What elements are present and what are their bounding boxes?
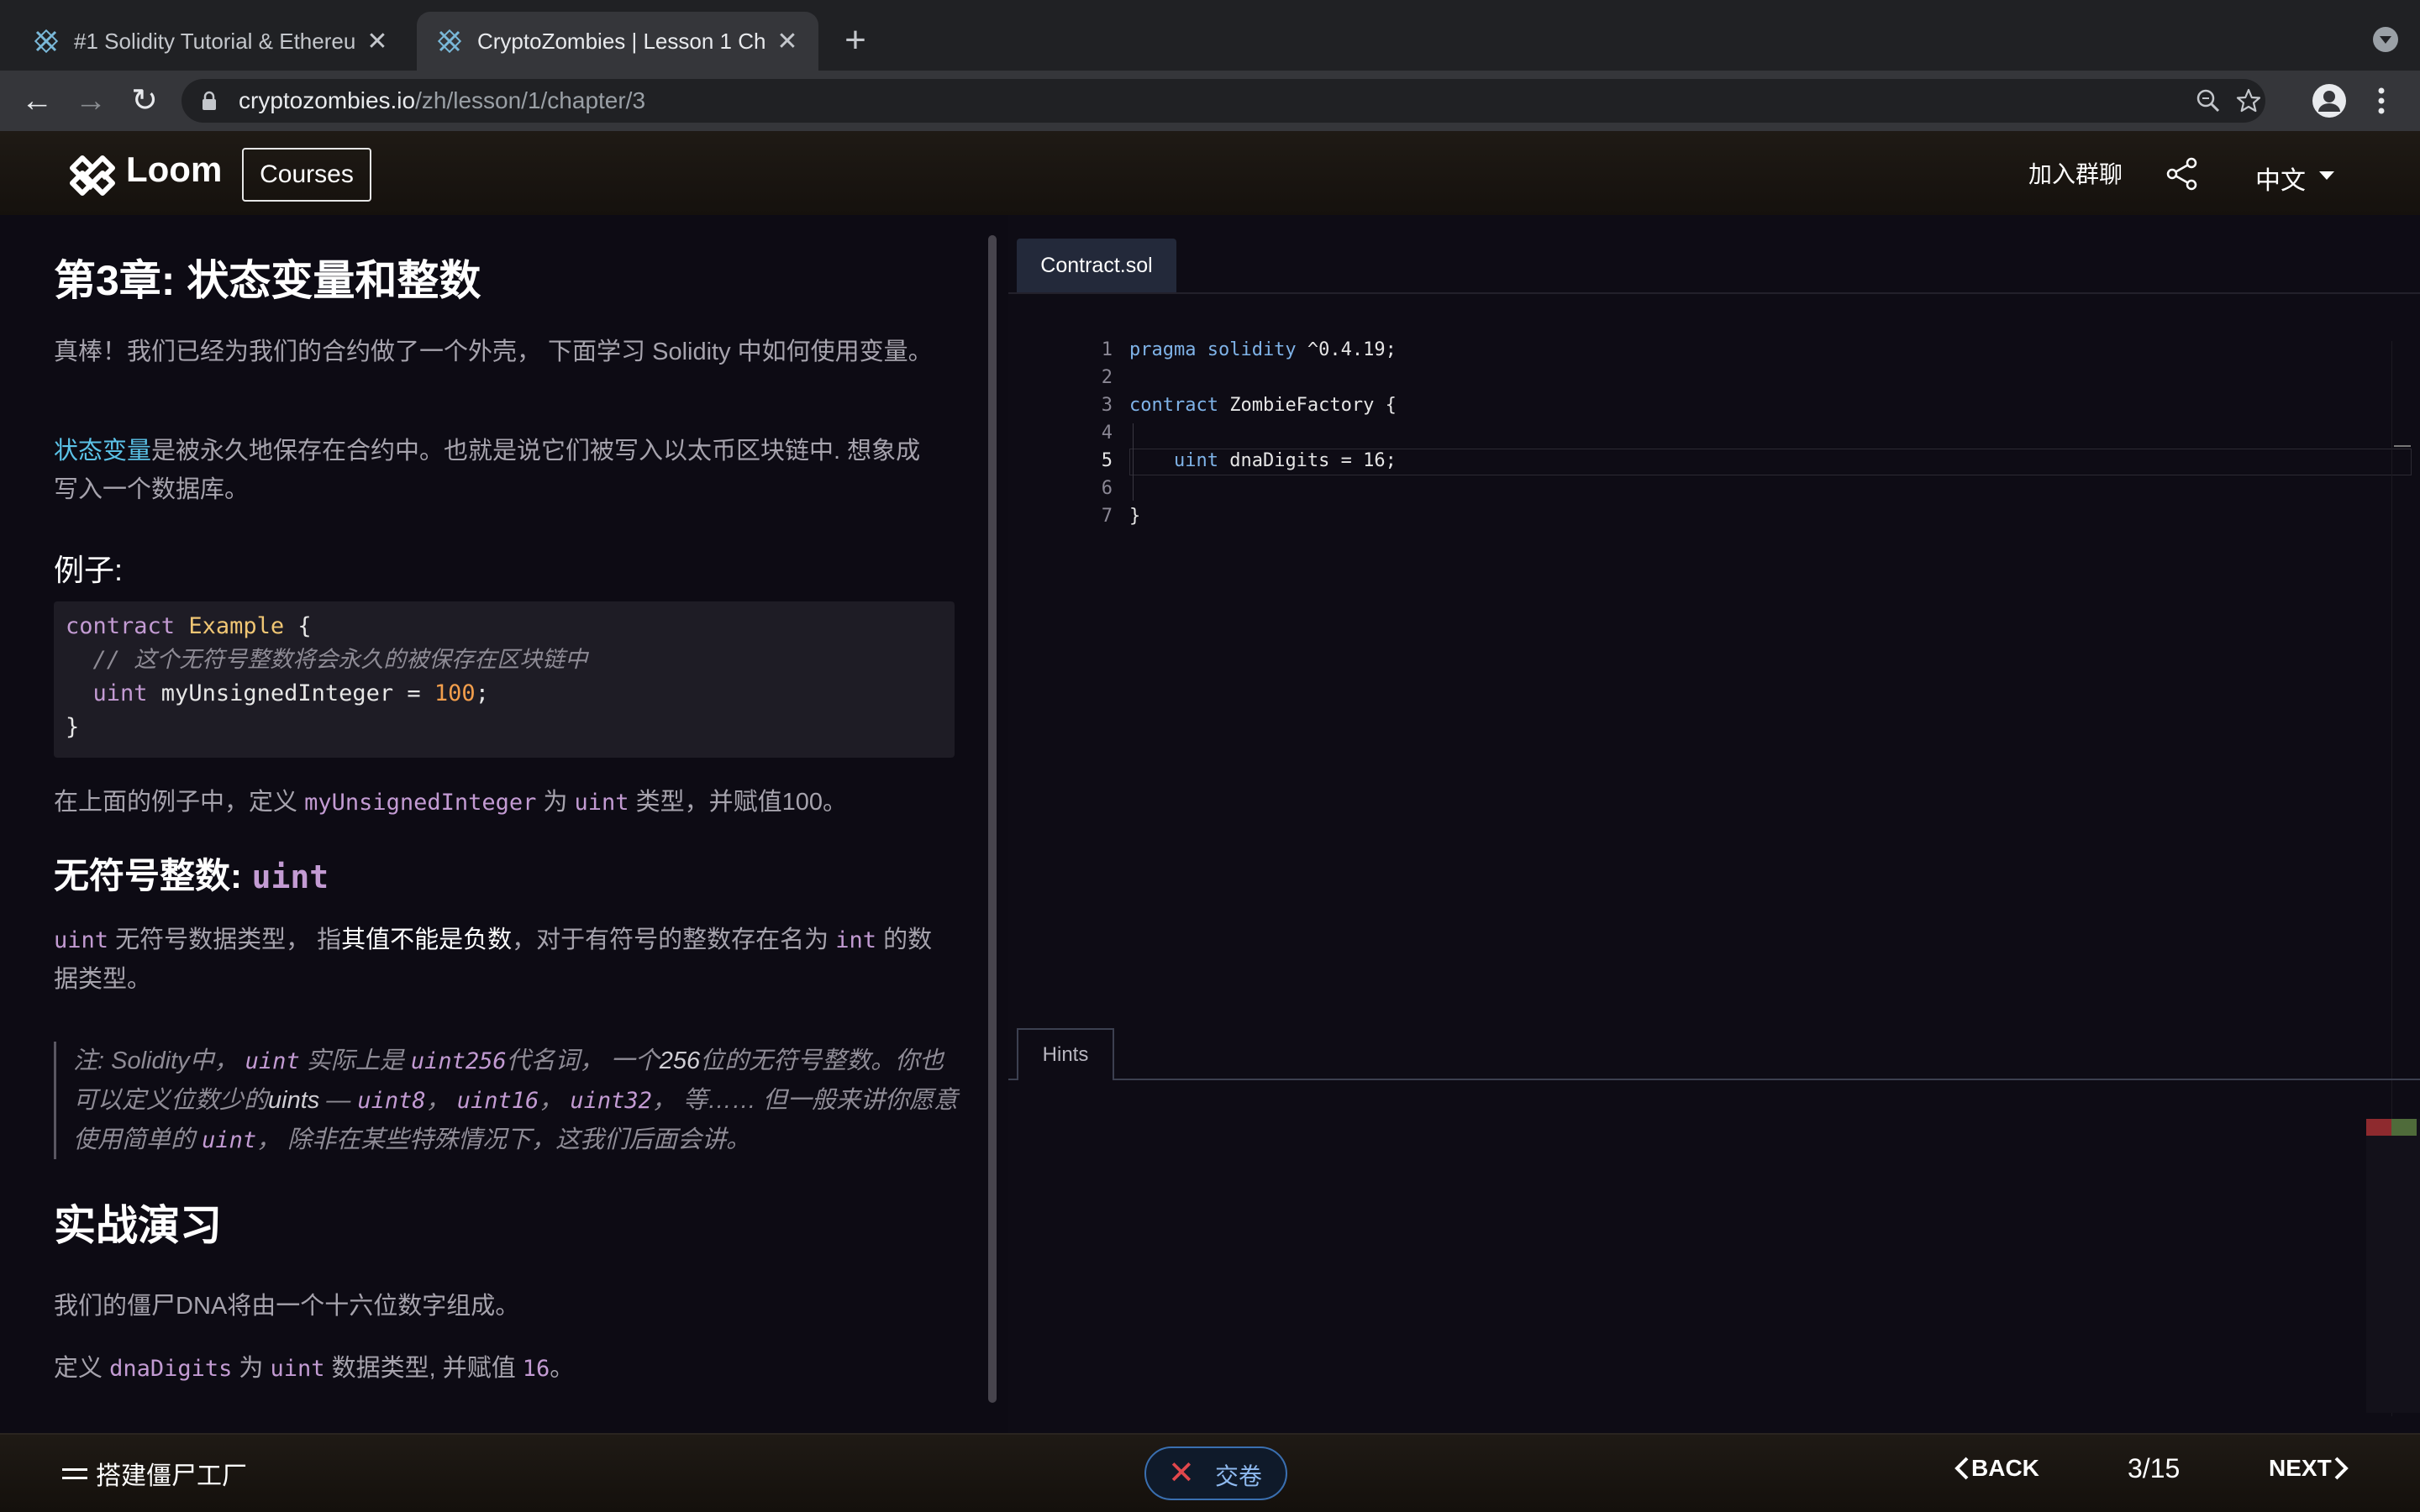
code-line-5[interactable]: uint dnaDigits = 16; xyxy=(1129,450,1397,471)
code-line-3[interactable]: contract ZombieFactory { xyxy=(1129,395,1397,416)
browser-tab-strip: #1 Solidity Tutorial & Ethereum ✕ Crypto… xyxy=(0,0,2420,71)
example-explanation: 在上面的例子中，定义 myUnsignedInteger 为 uint 类型，并… xyxy=(54,789,848,816)
hints-tab[interactable]: Hints xyxy=(1017,1028,1114,1080)
browser-menu-icon[interactable] xyxy=(2363,82,2400,119)
close-icon: ✕ xyxy=(1168,1456,1195,1491)
tab-title: CryptoZombies | Lesson 1 Chap xyxy=(477,28,765,54)
editor-tab-contract-sol[interactable]: Contract.sol xyxy=(1017,239,1176,292)
forward-arrow-icon[interactable]: → xyxy=(72,82,109,119)
ok-marker xyxy=(2391,1119,2417,1136)
submit-label: 交卷 xyxy=(1215,1463,1263,1489)
lock-icon xyxy=(203,91,216,110)
language-selector[interactable]: 中文 xyxy=(2255,160,2306,197)
profile-avatar-icon[interactable] xyxy=(2311,82,2348,119)
chevron-down-icon[interactable] xyxy=(2319,171,2334,180)
url-text[interactable]: cryptozombies.io/zh/lesson/1/chapter/3 xyxy=(239,79,645,123)
note-blockquote: 注: Solidity中， uint 实际上是 uint256代名词， 一个25… xyxy=(54,1042,961,1159)
chevron-left-icon xyxy=(1954,1457,1969,1480)
browser-toolbar: ← → ↻ cryptozombies.io/zh/lesson/1/chapt… xyxy=(0,71,2420,131)
loom-logo-icon[interactable] xyxy=(67,155,118,197)
line-number: 7 xyxy=(1101,506,1113,527)
code-line-7[interactable]: } xyxy=(1129,506,1140,527)
share-icon[interactable] xyxy=(2165,156,2200,192)
state-variable-paragraph: 状态变量是被永久地保存在合约中。也就是说它们被写入以太币区块链中. 想象成写入一… xyxy=(54,438,921,503)
join-chat-link[interactable]: 加入群聊 xyxy=(2028,156,2123,190)
chapter-progress: 3/15 xyxy=(2128,1453,2181,1483)
lesson-footer: 搭建僵尸工厂 ✕ 交卷 BACK 3/15 NEXT xyxy=(0,1433,2420,1512)
uint-heading: 无符号整数: uint xyxy=(54,856,329,896)
zoom-icon[interactable] xyxy=(2195,87,2222,114)
tab-search-chevron-icon[interactable] xyxy=(2373,27,2398,52)
next-button[interactable]: NEXT xyxy=(2269,1455,2350,1482)
back-button[interactable]: BACK xyxy=(1953,1455,2039,1482)
practice-heading: 实战演习 xyxy=(54,1202,222,1249)
close-tab-icon[interactable]: ✕ xyxy=(775,27,800,56)
lesson-panel: 第3章: 状态变量和整数 真棒！我们已经为我们的合约做了一个外壳， 下面学习 S… xyxy=(0,215,997,1433)
close-tab-icon[interactable]: ✕ xyxy=(365,27,390,56)
course-name[interactable]: 搭建僵尸工厂 xyxy=(96,1455,247,1492)
error-marker xyxy=(2366,1119,2391,1136)
tab-title: #1 Solidity Tutorial & Ethereum xyxy=(74,28,355,54)
line-number-current: 5 xyxy=(1101,450,1113,471)
hints-tab-bar: Hints xyxy=(1008,1028,2420,1080)
line-number: 6 xyxy=(1101,478,1113,499)
new-tab-button[interactable]: + xyxy=(837,22,874,59)
reload-icon[interactable]: ↻ xyxy=(126,82,163,119)
bookmark-star-icon[interactable] xyxy=(2235,87,2262,114)
line-number: 3 xyxy=(1101,395,1113,416)
code-line-1[interactable]: pragma solidity ^0.4.19; xyxy=(1129,339,1397,360)
example-code-block: contract Example { // 这个无符号整数将会永久的被保存在区块… xyxy=(54,601,955,758)
browser-tab-solidity-tutorial[interactable]: #1 Solidity Tutorial & Ethereum ✕ xyxy=(13,12,408,71)
browser-tab-cryptozombies[interactable]: CryptoZombies | Lesson 1 Chap ✕ xyxy=(417,12,818,71)
cryptozombies-favicon-icon xyxy=(437,29,462,54)
courses-button[interactable]: Courses xyxy=(242,148,371,202)
line-number: 4 xyxy=(1101,423,1113,444)
cursor-position-marker xyxy=(2394,445,2411,447)
line-number: 2 xyxy=(1101,367,1113,388)
state-variable-link[interactable]: 状态变量 xyxy=(54,438,151,465)
practice-paragraph-1: 我们的僵尸DNA将由一个十六位数字组成。 xyxy=(54,1293,520,1320)
chevron-right-icon xyxy=(2334,1457,2349,1480)
editor-tab-bar: Contract.sol xyxy=(1008,239,2420,294)
uint-paragraph: uint 无符号数据类型， 指其值不能是负数，对于有符号的整数存在名为 int … xyxy=(54,927,933,993)
address-bar[interactable]: cryptozombies.io/zh/lesson/1/chapter/3 xyxy=(182,79,2265,123)
intro-paragraph: 真棒！我们已经为我们的合约做了一个外壳， 下面学习 Solidity 中如何使用… xyxy=(54,339,933,365)
lesson-scrollbar-thumb[interactable] xyxy=(988,235,997,1403)
code-editor: Contract.sol 1 2 3 4 5 6 7 pragma solidi… xyxy=(1008,215,2420,1433)
cryptozombies-favicon-icon xyxy=(34,29,59,54)
back-arrow-icon[interactable]: ← xyxy=(18,82,55,119)
submit-answer-button[interactable]: ✕ 交卷 xyxy=(1144,1446,1287,1500)
practice-paragraph-2: 定义 dnaDigits 为 uint 数据类型, 并赋值 16。 xyxy=(54,1355,575,1382)
chapter-menu-icon[interactable] xyxy=(62,1468,87,1482)
hints-overview-ruler xyxy=(2366,1119,2420,1413)
example-heading: 例子: xyxy=(54,553,124,587)
site-header: Loom Courses 加入群聊 中文 xyxy=(0,131,2420,215)
chapter-title: 第3章: 状态变量和整数 xyxy=(54,257,481,304)
line-number: 1 xyxy=(1101,339,1113,360)
loom-logo-text[interactable]: Loom xyxy=(126,150,222,190)
